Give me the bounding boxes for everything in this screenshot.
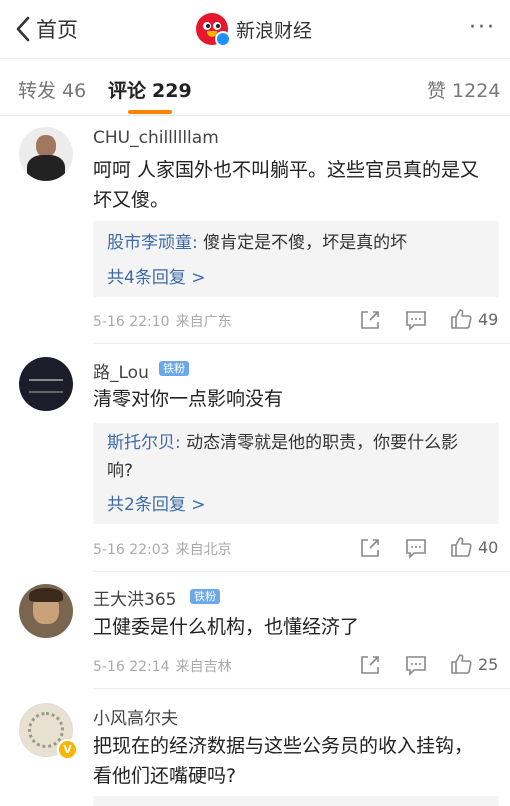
reply-preview: 斯托尔贝: 动态清零就是他的职责，你要什么影响? <box>107 429 483 485</box>
comment-icon[interactable] <box>405 537 429 559</box>
comment-meta: 5-16 22:10 来自广东 <box>93 311 232 331</box>
reply-box[interactable]: 斯托尔贝: 动态清零就是他的职责，你要什么影响? 共2条回复 > <box>93 423 499 524</box>
comment-date: 5-16 22:10 <box>93 314 170 330</box>
comment-meta: 5-16 22:14 来自吉林 <box>93 656 232 676</box>
fan-badge: 铁粉 <box>159 361 189 376</box>
reply-box[interactable] <box>93 796 499 806</box>
comment-icon[interactable] <box>405 654 429 676</box>
comment-text: 把现在的经济数据与这些公务员的收入挂钩，看他们还嘴硬吗? <box>93 735 474 787</box>
comment-location: 来自广东 <box>175 314 232 330</box>
share-icon[interactable] <box>359 309 383 331</box>
divider <box>93 343 510 344</box>
tab-repost-count: 46 <box>62 80 87 102</box>
top-bar: 首页 新浪财经 ··· <box>0 0 510 58</box>
comment-meta: 5-16 22:03 来自北京 <box>93 539 232 559</box>
chevron-left-icon <box>16 16 30 42</box>
tab-comments-count: 229 <box>152 80 192 102</box>
reply-preview: 股市李顽童: 傻肯定是不傻，坏是真的坏 <box>107 229 483 257</box>
reply-username[interactable]: 股市李顽童: <box>107 233 198 253</box>
divider <box>93 571 510 572</box>
comment-username[interactable]: CHU_chillllllam <box>93 128 219 148</box>
comment-username[interactable]: 小风高尔夫 <box>93 704 178 729</box>
verified-badge-icon <box>215 31 231 47</box>
page-title: 新浪财经 <box>236 19 313 42</box>
thumbs-up-icon[interactable] <box>450 536 474 558</box>
comment-icon[interactable] <box>405 309 429 331</box>
comment-text: 呵呵 人家国外也不叫躺平。这些官员真的是又坏又傻。 <box>93 159 480 211</box>
tab-repost-label: 转发 <box>18 80 57 102</box>
comment-username[interactable]: 王大洪365 <box>93 585 176 610</box>
reply-username[interactable]: 斯托尔贝: <box>107 433 181 453</box>
back-label: 首页 <box>36 18 78 42</box>
fan-badge: 铁粉 <box>190 589 220 604</box>
divider <box>0 115 510 116</box>
more-replies-link[interactable]: 共2条回复 > <box>107 490 205 515</box>
tab-repost[interactable]: 转发 46 <box>18 76 86 103</box>
comment-location: 来自吉林 <box>175 659 232 675</box>
more-dots-icon[interactable]: ··· <box>469 17 496 39</box>
comment-text: 卫健委是什么机构，也懂经济了 <box>93 616 360 638</box>
back-button[interactable]: 首页 <box>14 14 78 44</box>
avatar[interactable] <box>19 127 73 181</box>
divider <box>93 688 510 689</box>
sina-weibo-logo <box>196 13 231 47</box>
comment-username[interactable]: 路_Lou <box>93 358 149 383</box>
tab-bar: 转发 46 评论 229 赞 1224 <box>0 64 510 114</box>
tab-likes-label: 赞 <box>427 80 447 102</box>
thumbs-up-icon[interactable] <box>450 653 474 675</box>
like-count: 25 <box>478 655 499 674</box>
avatar[interactable] <box>19 584 73 638</box>
account-title[interactable]: 新浪财经 <box>196 12 313 47</box>
divider <box>0 58 510 59</box>
tab-comments[interactable]: 评论 229 <box>108 76 192 103</box>
reply-text: 傻肯定是不傻，坏是真的坏 <box>197 233 408 253</box>
share-icon[interactable] <box>359 537 383 559</box>
like-count: 49 <box>478 310 499 329</box>
more-replies-link[interactable]: 共4条回复 > <box>107 263 205 288</box>
share-icon[interactable] <box>359 654 383 676</box>
comment-date: 5-16 22:03 <box>93 542 170 558</box>
reply-box[interactable]: 股市李顽童: 傻肯定是不傻，坏是真的坏 共4条回复 > <box>93 221 499 297</box>
tab-likes[interactable]: 赞 1224 <box>427 76 500 103</box>
tab-likes-count: 1224 <box>452 80 501 102</box>
avatar[interactable] <box>19 357 73 411</box>
verified-badge-icon: V <box>57 739 78 760</box>
comment-location: 来自北京 <box>175 542 232 558</box>
comment-date: 5-16 22:14 <box>93 659 170 675</box>
like-count: 40 <box>478 538 499 557</box>
thumbs-up-icon[interactable] <box>450 308 474 330</box>
tab-comments-label: 评论 <box>108 80 147 102</box>
active-tab-indicator <box>128 110 172 114</box>
comment-text: 清零对你一点影响没有 <box>93 388 284 410</box>
